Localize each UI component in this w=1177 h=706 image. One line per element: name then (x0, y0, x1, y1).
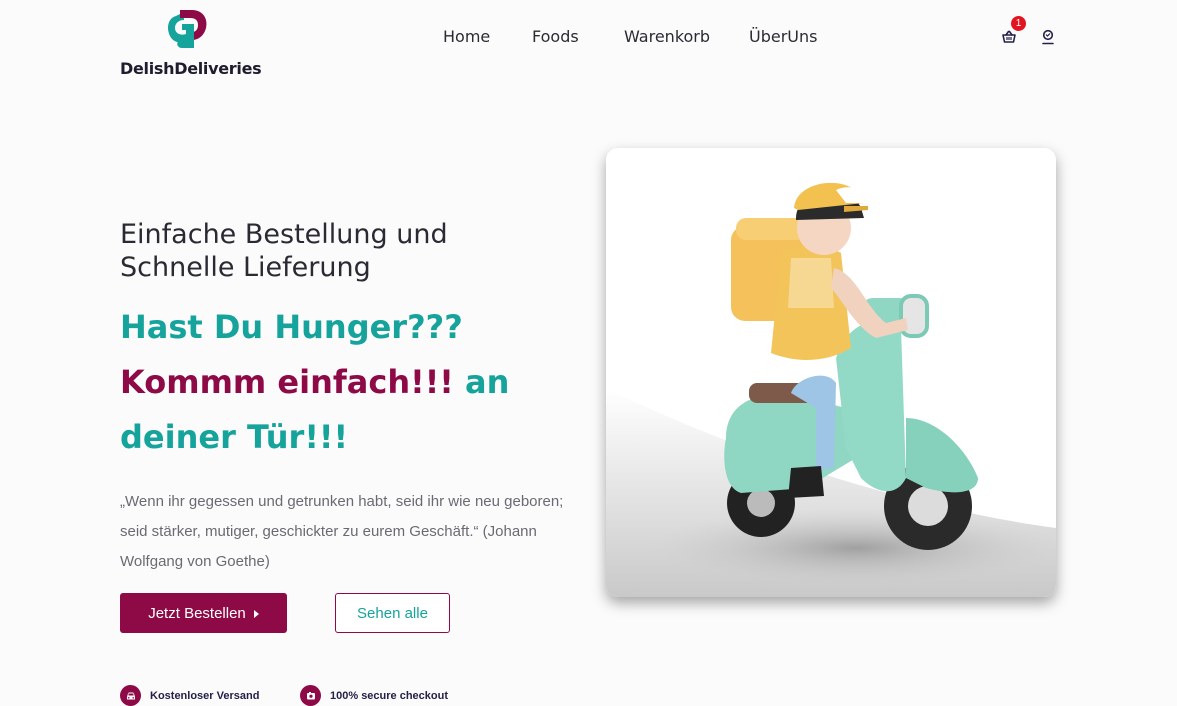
see-all-button[interactable]: Sehen alle (335, 593, 450, 633)
nav-item-home[interactable]: Home (443, 27, 490, 46)
delivery-rider-illustration (606, 148, 1056, 597)
nav-item-warenkorb[interactable]: Warenkorb (624, 27, 710, 46)
secure-lock-icon (300, 685, 321, 706)
nav-item-ueberuns[interactable]: ÜberUns (749, 27, 817, 46)
order-now-label: Jetzt Bestellen (148, 604, 246, 622)
nav-item-foods[interactable]: Foods (532, 27, 579, 46)
user-icon[interactable] (1041, 29, 1055, 45)
cart-count-badge: 1 (1011, 16, 1026, 31)
hero-subtitle: Einfache Bestellung und Schnelle Lieferu… (120, 218, 540, 284)
feature-secure-checkout: 100% secure checkout (300, 685, 448, 706)
hero-title: Hast Du Hunger??? Kommm einfach!!! an de… (120, 300, 560, 465)
feature-free-shipping-label: Kostenloser Versand (150, 689, 260, 702)
car-icon (120, 685, 141, 706)
feature-free-shipping: Kostenloser Versand (120, 685, 259, 706)
hero-image-card (606, 148, 1056, 597)
feature-secure-checkout-label: 100% secure checkout (330, 689, 449, 702)
hero-quote: „Wenn ihr gegessen und getrunken habt, s… (120, 493, 564, 570)
hero-subtitle-line2: Schnelle Lieferung (120, 252, 371, 283)
hero-title-an: an (465, 363, 510, 401)
brand-logo[interactable]: DelishDeliveries (120, 4, 262, 78)
logo-mark-icon (168, 10, 207, 48)
hero-title-line3: deiner Tür!!! (120, 418, 349, 456)
hero-subtitle-line1: Einfache Bestellung und (120, 219, 448, 250)
brand-name: DelishDeliveries (120, 59, 262, 78)
caret-right-icon (253, 609, 259, 618)
hero-title-line1: Hast Du Hunger??? (120, 308, 463, 346)
hero-title-highlight: Kommm einfach!!! (120, 363, 454, 401)
basket-icon[interactable] (1001, 29, 1017, 45)
order-now-button[interactable]: Jetzt Bestellen (120, 593, 287, 633)
